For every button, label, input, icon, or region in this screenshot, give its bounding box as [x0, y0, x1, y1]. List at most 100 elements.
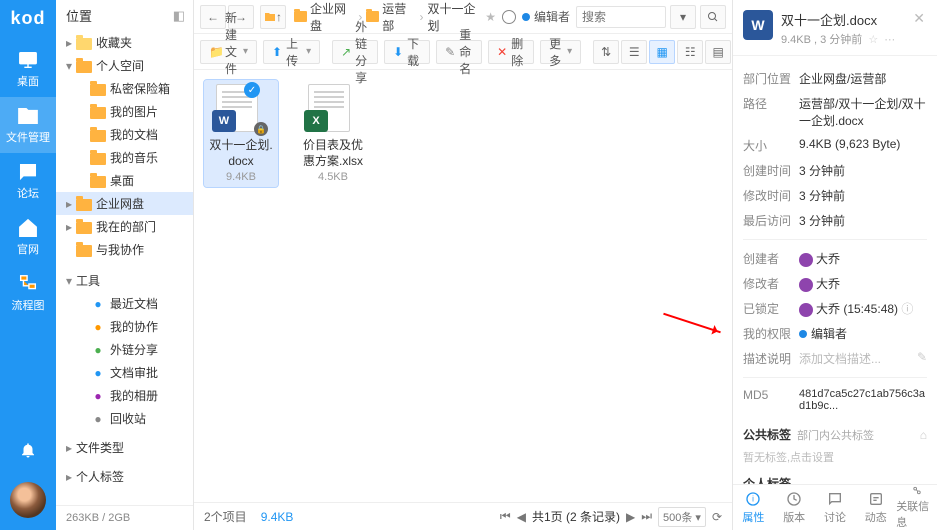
detail-tab-1[interactable]: 版本 [774, 485, 815, 530]
prop-row: 最后访问3 分钟前 [743, 208, 927, 233]
tree-node[interactable]: ▾个人空间 [56, 54, 193, 77]
tree-node[interactable]: ▸收藏夹 [56, 31, 193, 54]
tree-section[interactable]: ▸个人标签 [56, 465, 193, 488]
bell-icon[interactable] [19, 429, 37, 474]
search-button[interactable] [700, 5, 726, 29]
tree-node[interactable]: 我的音乐 [56, 146, 193, 169]
sidebar-title: 位置 [66, 6, 92, 25]
nav-item-3[interactable]: 官网 [0, 209, 56, 265]
detail-tab-3[interactable]: 动态 [855, 485, 896, 530]
star-icon[interactable]: ☆ [868, 33, 878, 46]
rename-button[interactable]: ✎重命名 [436, 40, 482, 64]
tree-tool[interactable]: ●回收站 [56, 407, 193, 430]
tree-node[interactable]: 我的文档 [56, 123, 193, 146]
nav-item-4[interactable]: 流程图 [0, 265, 56, 321]
tree-tool[interactable]: ●我的协作 [56, 315, 193, 338]
circle-icon[interactable] [502, 10, 516, 24]
description-input[interactable]: 添加文档描述... ✎ [799, 350, 927, 367]
page-last-icon[interactable]: ⏭ [641, 509, 652, 524]
tree-tool[interactable]: ●外链分享 [56, 338, 193, 361]
tree-node[interactable]: 与我协作 [56, 238, 193, 261]
nav-back-button[interactable]: ← [200, 5, 226, 29]
toolbar: 📁新建文件夹▾ ⬆上传▾ ↗外链分享 ⬇下载 ✎重命名 ✕删除 更多▾ ⇅ ☰ … [194, 34, 732, 70]
tree-node[interactable]: 桌面 [56, 169, 193, 192]
more-button[interactable]: 更多▾ [540, 40, 581, 64]
nav-item-0[interactable]: 桌面 [0, 41, 56, 97]
status-count: 2个项目 [204, 508, 247, 525]
view-list-icon[interactable]: ☷ [677, 40, 703, 64]
tree-tool[interactable]: ●文档审批 [56, 361, 193, 384]
user-avatar[interactable] [10, 482, 46, 518]
new-folder-button[interactable]: 📁新建文件夹▾ [200, 40, 257, 64]
details-filename: 双十一企划.docx [781, 10, 901, 29]
star-icon[interactable]: ★ [485, 10, 496, 24]
brand-logo: kod [10, 0, 45, 41]
detail-tab-2[interactable]: 讨论 [815, 485, 856, 530]
file-grid: W✓🔒双十一企划.docx9.4KBX价目表及优惠方案.xlsx4.5KB [194, 70, 732, 502]
status-size: 9.4KB [261, 510, 294, 524]
status-bar: 2个项目 9.4KB ⏮ ◀ 共1页 (2 条记录) ▶ ⏭ 500条 ▾ ⟳ [194, 502, 732, 530]
prop-row: 修改时间3 分钟前 [743, 183, 927, 208]
annotation-arrow [663, 313, 721, 333]
tree-tool[interactable]: ●我的相册 [56, 384, 193, 407]
file-card[interactable]: X价目表及优惠方案.xlsx4.5KB [296, 80, 370, 187]
file-type-icon: W [743, 10, 773, 40]
page-size-select[interactable]: 500条 ▾ [658, 507, 706, 527]
prop-row: 我的权限编辑者 [743, 321, 927, 346]
tree-node[interactable]: 私密保险箱 [56, 77, 193, 100]
nav-up-button[interactable]: ↑ [260, 5, 286, 29]
tree-section-tools[interactable]: ▾工具 [56, 269, 193, 292]
download-button[interactable]: ⬇下载 [384, 40, 430, 64]
file-card[interactable]: W✓🔒双十一企划.docx9.4KB [204, 80, 278, 187]
sidebar-collapse-icon[interactable]: ◧ [173, 8, 185, 24]
search-options-icon[interactable]: ▾ [670, 5, 696, 29]
crumb-separator: › [420, 10, 424, 24]
more-icon[interactable]: ⋯ [884, 33, 895, 46]
prop-row: 修改者大乔 [743, 271, 927, 296]
tree-node[interactable]: 我的图片 [56, 100, 193, 123]
svg-text:i: i [753, 494, 755, 503]
tree-tool[interactable]: ●最近文档 [56, 292, 193, 315]
close-icon[interactable]: ✕ [909, 10, 929, 27]
prop-row: 已锁定大乔 (15:45:48) ⓘ [743, 296, 927, 321]
external-share-button[interactable]: ↗外链分享 [332, 40, 378, 64]
pager: ⏮ ◀ 共1页 (2 条记录) ▶ ⏭ 500条 ▾ ⟳ [500, 507, 722, 527]
nav-item-1[interactable]: 文件管理 [0, 97, 56, 153]
crumb-item[interactable]: 企业网盘 [294, 0, 354, 34]
details-panel: W 双十一企划.docx 9.4KB , 3 分钟前 ☆ ⋯ ✕ 部门位置企业网… [733, 0, 937, 530]
tree-section[interactable]: ▸文件类型 [56, 436, 193, 459]
tree-node[interactable]: ▸我在的部门 [56, 215, 193, 238]
prop-row: 部门位置企业网盘/运营部 [743, 66, 927, 91]
nav-item-2[interactable]: 论坛 [0, 153, 56, 209]
sidebar: 位置 ◧ ▸收藏夹▾个人空间私密保险箱我的图片我的文档我的音乐桌面▸企业网盘▸我… [56, 0, 194, 530]
edit-icon[interactable]: ✎ [917, 350, 927, 364]
details-subline: 9.4KB , 3 分钟前 [781, 31, 862, 47]
storage-usage: 263KB / 2GB [56, 505, 193, 530]
lock-icon: 🔒 [254, 122, 268, 136]
page-first-icon[interactable]: ⏮ [500, 509, 511, 524]
prop-row: 大小9.4KB (9,623 Byte) [743, 133, 927, 158]
view-sort-icon[interactable]: ⇅ [593, 40, 619, 64]
page-next-icon[interactable]: ▶ [626, 510, 635, 524]
tree-node[interactable]: ▸企业网盘 [56, 192, 193, 215]
tag-icon[interactable]: ⌂ [920, 428, 927, 442]
view-detail-icon[interactable]: ▤ [705, 40, 731, 64]
search-input[interactable] [576, 6, 666, 28]
info-icon[interactable]: ⓘ [901, 302, 913, 316]
page-refresh-icon[interactable]: ⟳ [712, 510, 722, 524]
crumb-item[interactable]: 运营部 [366, 0, 415, 34]
detail-tab-0[interactable]: i属性 [733, 485, 774, 530]
crumb-item[interactable]: 双十一企划 [428, 0, 484, 34]
upload-button[interactable]: ⬆上传▾ [263, 40, 320, 64]
nav-rail: kod 桌面文件管理论坛官网流程图 [0, 0, 56, 530]
public-tag-empty[interactable]: 暂无标签,点击设置 [743, 449, 927, 465]
main-area: ← → ↑ 企业网盘›运营部›双十一企划 ★ 编辑者 ▾ 📁新建文件夹 [194, 0, 733, 530]
delete-button[interactable]: ✕删除 [488, 40, 534, 64]
page-prev-icon[interactable]: ◀ [517, 510, 526, 524]
prop-row: 创建时间3 分钟前 [743, 158, 927, 183]
detail-tab-4[interactable]: 关联信息 [896, 485, 937, 530]
prop-row: 路径运营部/双十一企划/双十一企划.docx [743, 91, 927, 133]
prop-row: 创建者大乔 [743, 246, 927, 271]
view-tree-icon[interactable]: ☰ [621, 40, 647, 64]
view-grid-icon[interactable]: ▦ [649, 40, 675, 64]
